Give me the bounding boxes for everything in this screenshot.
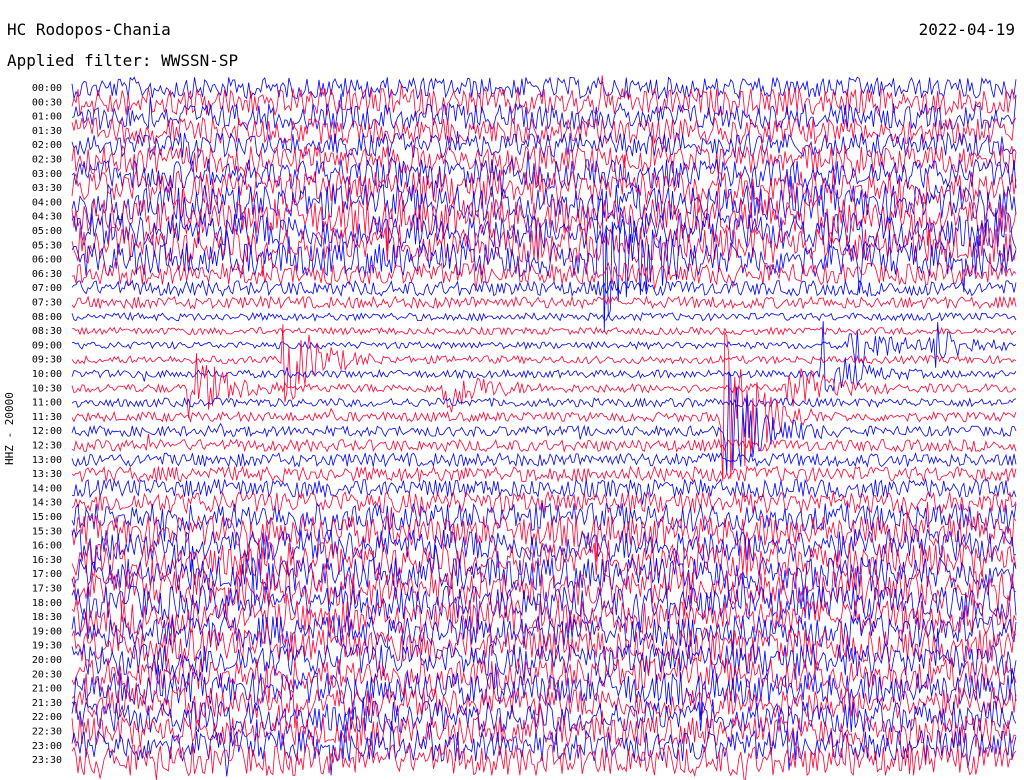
row-time-label: 00:30 — [32, 97, 62, 108]
row-time-label: 07:30 — [32, 298, 62, 309]
row-time-label: 12:30 — [32, 441, 62, 452]
row-time-label: 21:30 — [32, 698, 62, 709]
trace-row — [71, 353, 1017, 419]
row-time-label: 03:30 — [32, 183, 62, 194]
row-time-label: 11:00 — [32, 398, 62, 409]
row-time-label: 20:00 — [32, 655, 62, 666]
trace-row — [71, 538, 1017, 579]
trace-row — [71, 433, 1017, 453]
row-time-label: 05:30 — [32, 240, 62, 251]
row-time-label: 09:00 — [32, 340, 62, 351]
row-time-label: 02:00 — [32, 140, 62, 151]
row-time-label: 17:30 — [32, 584, 62, 595]
row-time-label: 14:30 — [32, 498, 62, 509]
row-time-label: 05:00 — [32, 226, 62, 237]
row-time-label: 01:30 — [32, 126, 62, 137]
trace-row — [71, 452, 1017, 468]
trace-row — [71, 295, 1017, 310]
row-time-label: 04:00 — [32, 197, 62, 208]
row-time-label: 19:30 — [32, 641, 62, 652]
row-time-label: 22:30 — [32, 727, 62, 738]
helicorder-plot: 00:00 00:30 01:00 01:30 02:00 02:30 03:00 03:30… — [32, 75, 1017, 780]
trace-row — [71, 311, 1017, 323]
trace-row — [71, 116, 1017, 145]
row-time-label: 08:30 — [32, 326, 62, 337]
row-time-label: 12:00 — [32, 426, 62, 437]
row-time-label: 15:00 — [32, 512, 62, 523]
trace-row — [71, 188, 1017, 332]
row-time-label: 02:30 — [32, 155, 62, 166]
row-time-label: 19:00 — [32, 626, 62, 637]
row-time-label: 06:00 — [32, 255, 62, 266]
row-time-label: 23:30 — [32, 755, 62, 766]
row-time-label: 18:30 — [32, 612, 62, 623]
row-time-label: 17:00 — [32, 569, 62, 580]
row-time-label: 16:30 — [32, 555, 62, 566]
row-time-label: 16:00 — [32, 541, 62, 552]
trace-row — [71, 465, 1017, 484]
seismogram-page: HC Rodopos-Chania 2022-04-19 Applied fil… — [0, 0, 1024, 780]
row-time-label: 15:30 — [32, 526, 62, 537]
row-time-label: 21:00 — [32, 684, 62, 695]
row-time-label: 07:00 — [32, 283, 62, 294]
row-time-label: 04:30 — [32, 212, 62, 223]
trace-row — [71, 75, 1017, 118]
row-time-label: 10:00 — [32, 369, 62, 380]
row-time-label: 11:30 — [32, 412, 62, 423]
row-time-label: 06:30 — [32, 269, 62, 280]
row-time-label: 22:00 — [32, 712, 62, 723]
trace-row — [71, 326, 1017, 336]
row-time-label: 20:30 — [32, 669, 62, 680]
row-time-label: 03:00 — [32, 169, 62, 180]
row-time-label: 23:00 — [32, 741, 62, 752]
row-time-label: 01:00 — [32, 112, 62, 123]
row-time-label: 18:00 — [32, 598, 62, 609]
trace-row — [71, 76, 1017, 100]
row-time-label: 00:00 — [32, 83, 62, 94]
row-time-label: 14:00 — [32, 483, 62, 494]
row-time-label: 08:00 — [32, 312, 62, 323]
row-time-label: 09:30 — [32, 355, 62, 366]
row-time-label: 10:30 — [32, 383, 62, 394]
trace-row — [71, 396, 1017, 409]
row-time-label: 13:00 — [32, 455, 62, 466]
row-time-label: 13:30 — [32, 469, 62, 480]
trace-row — [71, 208, 1017, 263]
